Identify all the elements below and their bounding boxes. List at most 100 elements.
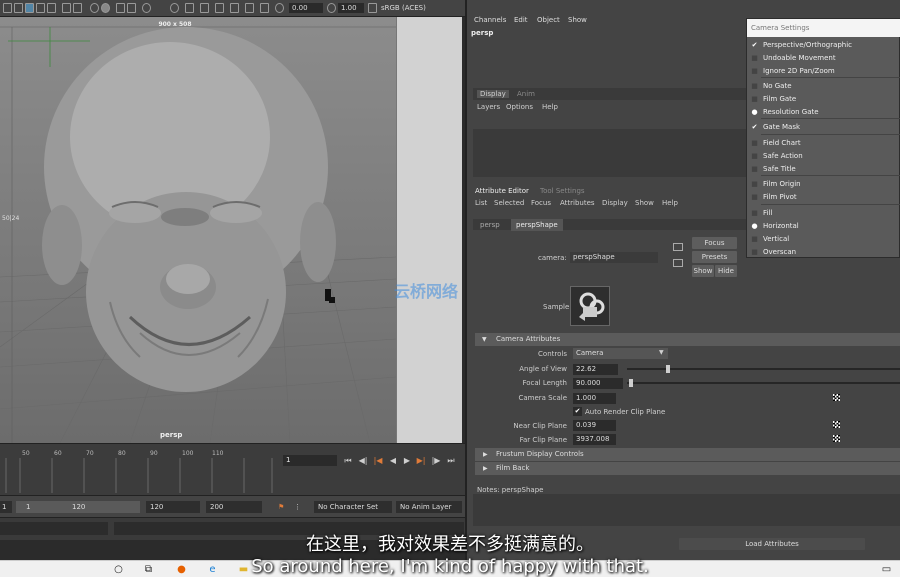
grid-icon[interactable] xyxy=(62,3,71,13)
xray-components-icon[interactable] xyxy=(260,3,269,13)
film-gate-icon[interactable] xyxy=(73,3,82,13)
play-forwards-icon[interactable]: ▶ xyxy=(402,455,412,466)
map-button-icon[interactable] xyxy=(833,421,840,428)
channel-menu-show[interactable]: Show xyxy=(568,16,587,24)
channel-menu-object[interactable]: Object xyxy=(537,16,560,24)
go-to-end-icon[interactable]: ⏭ xyxy=(446,455,456,466)
step-forward-key-icon[interactable]: |▶ xyxy=(431,455,441,466)
menu-item[interactable]: ■ Safe Action xyxy=(747,150,900,162)
ae-menu-attributes[interactable]: Attributes xyxy=(560,199,595,207)
play-backwards-icon[interactable]: ◀ xyxy=(388,455,398,466)
menu-item[interactable]: ■ Film Gate xyxy=(747,93,900,105)
focus-input-icon[interactable] xyxy=(673,243,683,251)
node-tab-persp[interactable]: persp xyxy=(480,221,500,229)
3d-viewport[interactable]: 900 x 508 50|24 persp xyxy=(0,17,396,443)
ambient-occlusion-icon[interactable] xyxy=(170,3,179,13)
focal-length-field[interactable]: 90.000 xyxy=(573,378,623,389)
ae-menu-list[interactable]: List xyxy=(475,199,487,207)
channel-menu-edit[interactable]: Edit xyxy=(514,16,528,24)
menu-item[interactable]: ■ Field Chart xyxy=(747,137,900,149)
isolate-select-icon[interactable] xyxy=(215,3,224,13)
max-frame-field[interactable]: 200 xyxy=(206,501,262,513)
step-back-frame-icon[interactable]: |◀ xyxy=(373,455,383,466)
menu-item[interactable]: ● Resolution Gate xyxy=(747,106,900,118)
tab-display[interactable]: Display xyxy=(477,90,509,98)
ae-menu-focus[interactable]: Focus xyxy=(531,199,551,207)
frustum-display-header[interactable]: ▶ Frustum Display Controls xyxy=(475,448,900,461)
xray-icon[interactable] xyxy=(230,3,239,13)
step-forward-frame-icon[interactable]: ▶| xyxy=(416,455,426,466)
antialias-icon[interactable] xyxy=(200,3,209,13)
focal-length-slider[interactable] xyxy=(627,382,900,384)
ae-menu-help[interactable]: Help xyxy=(662,199,678,207)
menu-item[interactable]: ■ Undoable Movement xyxy=(747,52,900,64)
lights-icon[interactable] xyxy=(127,3,136,13)
menu-item[interactable]: ■ Film Pivot xyxy=(747,191,900,203)
menu-item[interactable]: ● Horizontal xyxy=(747,220,900,232)
angle-of-view-knob[interactable] xyxy=(665,365,670,373)
presets-button[interactable]: Presets xyxy=(692,251,737,263)
auto-key-icon[interactable]: ⚑ xyxy=(274,501,286,513)
layer-menu-help[interactable]: Help xyxy=(542,103,558,111)
lock-camera-icon[interactable] xyxy=(14,3,23,13)
focus-button[interactable]: Focus xyxy=(692,237,737,249)
hide-button[interactable]: Hide xyxy=(715,265,737,277)
node-tab-perspshape[interactable]: perspShape xyxy=(511,219,563,231)
menu-item[interactable]: ■ Ignore 2D Pan/Zoom xyxy=(747,65,900,77)
image-plane-icon[interactable] xyxy=(47,3,56,13)
anim-layer-dropdown[interactable]: No Anim Layer xyxy=(396,501,462,513)
menu-item[interactable]: ■ Fill xyxy=(747,207,900,219)
angle-of-view-field[interactable]: 22.62 xyxy=(573,364,618,375)
exposure-field[interactable]: 1.00 xyxy=(338,3,364,13)
map-button-icon[interactable] xyxy=(833,394,840,401)
color-management-icon[interactable] xyxy=(368,3,377,13)
select-camera-icon[interactable] xyxy=(3,3,12,13)
bookmark-icon[interactable] xyxy=(36,3,45,13)
wireframe-icon[interactable] xyxy=(90,3,99,13)
smooth-shade-icon[interactable] xyxy=(101,3,110,13)
go-to-start-icon[interactable]: ⏮ xyxy=(343,455,353,466)
near-clip-field[interactable]: 0.039 xyxy=(573,420,616,431)
end-frame-field[interactable]: 120 xyxy=(146,501,200,513)
motion-blur-icon[interactable] xyxy=(185,3,194,13)
channel-menu-channels[interactable]: Channels xyxy=(474,16,506,24)
timeline-ruler[interactable] xyxy=(0,448,275,493)
xray-joints-icon[interactable] xyxy=(245,3,254,13)
camera-settings-menu[interactable]: Camera Settings ✔ Perspective/Orthographi… xyxy=(746,18,900,258)
node-name-field[interactable]: perspShape xyxy=(570,252,658,263)
exposure-icon[interactable] xyxy=(275,3,284,13)
tab-tool-settings[interactable]: Tool Settings xyxy=(540,187,585,195)
timeline[interactable]: 50 60 70 80 90 100 110 1 ⏮ ◀| |◀ ◀ ▶ ▶| … xyxy=(0,443,465,495)
tab-anim[interactable]: Anim xyxy=(517,90,535,98)
current-frame-field[interactable]: 1 xyxy=(283,455,337,466)
menu-item[interactable]: ✔ Perspective/Orthographic xyxy=(747,39,900,51)
color-space-label[interactable]: sRGB (ACES) xyxy=(378,3,438,13)
tab-attribute-editor[interactable]: Attribute Editor xyxy=(475,187,529,195)
focal-length-knob[interactable] xyxy=(629,379,633,387)
ae-menu-show[interactable]: Show xyxy=(635,199,654,207)
camera-scale-field[interactable]: 1.000 xyxy=(573,393,616,404)
shadows-icon[interactable] xyxy=(142,3,151,13)
auto-render-clip-checkbox[interactable]: ✔ xyxy=(573,407,582,416)
range-slider[interactable]: 1 120 xyxy=(16,501,140,513)
far-clip-field[interactable]: 3937.008 xyxy=(573,434,616,445)
camera-attributes-icon[interactable] xyxy=(25,3,34,13)
start-frame-field[interactable]: 1 xyxy=(0,501,12,513)
gamma-icon[interactable] xyxy=(327,3,336,13)
step-back-key-icon[interactable]: ◀| xyxy=(358,455,368,466)
controls-dropdown[interactable]: Camera xyxy=(573,348,668,359)
film-back-header[interactable]: ▶ Film Back xyxy=(475,462,900,475)
notes-field[interactable] xyxy=(473,494,900,526)
sculpted-head[interactable] xyxy=(42,27,336,392)
ae-menu-display[interactable]: Display xyxy=(602,199,628,207)
camera-attributes-header[interactable]: ▼ Camera Attributes xyxy=(475,333,900,346)
layer-menu-options[interactable]: Options xyxy=(506,103,533,111)
menu-item[interactable]: ■ Vertical xyxy=(747,233,900,245)
menu-item[interactable]: ✔ Gate Mask xyxy=(747,121,900,133)
menu-item[interactable]: ■ Overscan xyxy=(747,246,900,258)
menu-item[interactable]: ■ Safe Title xyxy=(747,163,900,175)
focus-output-icon[interactable] xyxy=(673,259,683,267)
character-set-dropdown[interactable]: No Character Set xyxy=(314,501,392,513)
show-button[interactable]: Show xyxy=(692,265,714,277)
menu-item[interactable]: ■ Film Origin xyxy=(747,178,900,190)
